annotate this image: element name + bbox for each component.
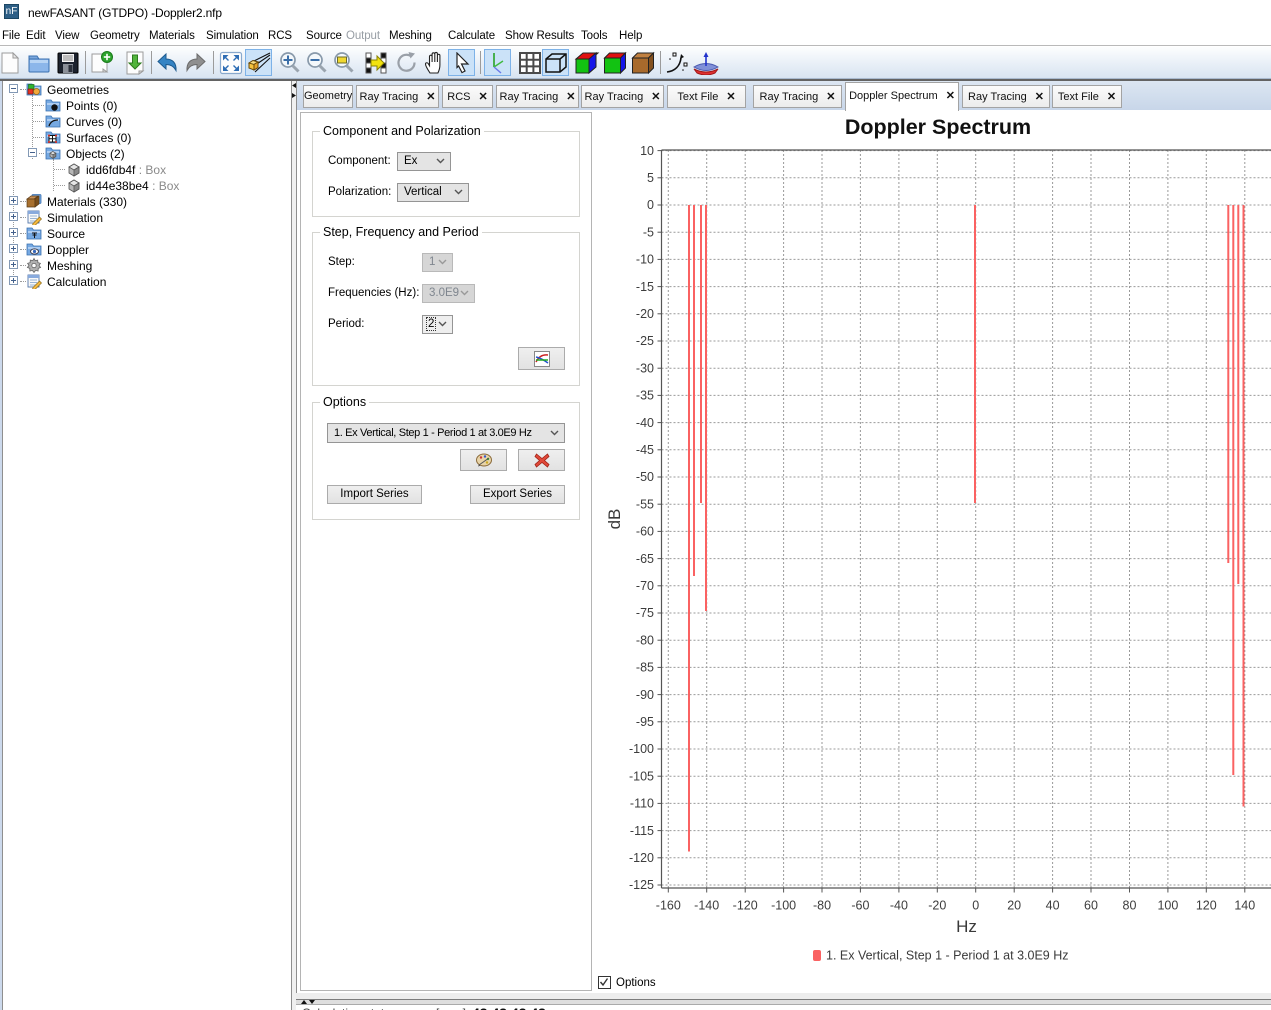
svg-text:-125: -125: [629, 878, 654, 892]
svg-text:dB: dB: [605, 509, 624, 530]
svg-text:-65: -65: [636, 552, 654, 566]
svg-text:100: 100: [1157, 899, 1178, 913]
svg-text:-35: -35: [636, 389, 654, 403]
svg-text:-85: -85: [636, 661, 654, 675]
svg-text:1. Ex Vertical, Step 1 - Perio: 1. Ex Vertical, Step 1 - Period 1 at 3.0…: [826, 949, 1069, 963]
svg-text:-15: -15: [636, 280, 654, 294]
svg-text:-55: -55: [636, 497, 654, 511]
svg-text:120: 120: [1196, 899, 1217, 913]
svg-text:-160: -160: [656, 899, 681, 913]
svg-text:-60: -60: [636, 525, 654, 539]
svg-text:-105: -105: [629, 769, 654, 783]
svg-text:-80: -80: [813, 899, 831, 913]
svg-text:-50: -50: [636, 470, 654, 484]
svg-text:-10: -10: [636, 253, 654, 267]
svg-text:-120: -120: [629, 851, 654, 865]
svg-text:-60: -60: [851, 899, 869, 913]
svg-text:-115: -115: [630, 824, 654, 838]
svg-text:-20: -20: [928, 899, 946, 913]
svg-text:140: 140: [1234, 899, 1255, 913]
svg-text:-25: -25: [636, 334, 654, 348]
svg-text:10: 10: [640, 144, 654, 158]
svg-text:-70: -70: [636, 579, 654, 593]
svg-text:0: 0: [647, 198, 654, 212]
svg-text:Doppler Spectrum: Doppler Spectrum: [845, 115, 1031, 139]
svg-text:-90: -90: [636, 688, 654, 702]
svg-text:5: 5: [647, 171, 654, 185]
svg-text:-30: -30: [636, 361, 654, 375]
svg-text:-110: -110: [630, 797, 654, 811]
svg-text:Hz: Hz: [956, 917, 977, 936]
svg-text:-100: -100: [629, 742, 654, 756]
svg-text:-20: -20: [636, 307, 654, 321]
svg-text:-40: -40: [636, 416, 654, 430]
svg-text:80: 80: [1123, 899, 1137, 913]
svg-text:-100: -100: [771, 899, 796, 913]
svg-text:40: 40: [1046, 899, 1060, 913]
svg-text:-5: -5: [643, 225, 654, 239]
svg-text:20: 20: [1007, 899, 1021, 913]
svg-text:-95: -95: [636, 715, 654, 729]
svg-text:-80: -80: [636, 633, 654, 647]
svg-text:-140: -140: [694, 899, 719, 913]
svg-text:-120: -120: [733, 899, 758, 913]
svg-text:0: 0: [972, 899, 979, 913]
svg-text:60: 60: [1084, 899, 1098, 913]
svg-text:-45: -45: [636, 443, 654, 457]
svg-text:-75: -75: [636, 606, 654, 620]
svg-text:-40: -40: [890, 899, 908, 913]
